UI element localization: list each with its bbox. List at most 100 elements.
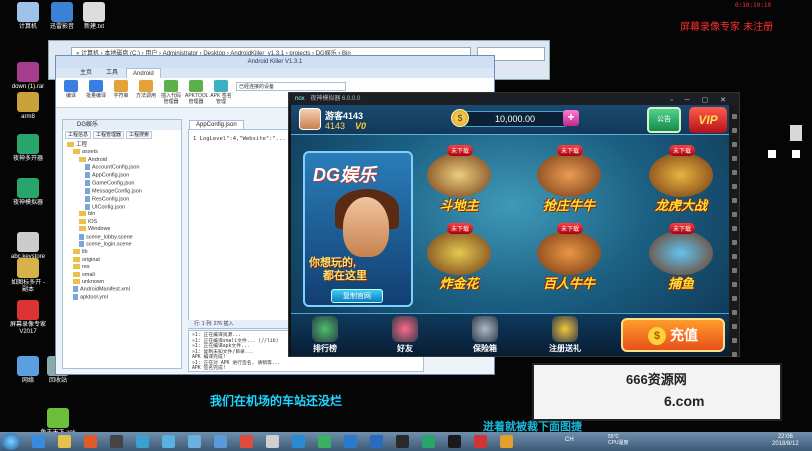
browser-icon[interactable] <box>136 435 149 448</box>
ribbon-button[interactable]: 方法调用 <box>135 80 157 105</box>
tree-node[interactable]: Android <box>67 157 177 164</box>
tree-node[interactable]: ResConfig.json <box>67 195 177 204</box>
desktop-icon[interactable]: down (1).rar <box>8 62 48 91</box>
apps-icon[interactable] <box>214 435 227 448</box>
ribbon-button[interactable]: 插入代码管理器 <box>160 80 182 105</box>
desktop-icon[interactable]: 夜神模拟器 <box>8 178 48 207</box>
ribbon-tab[interactable]: 主页 <box>74 68 98 78</box>
notice-button[interactable]: 公告 <box>647 107 681 133</box>
sidebar-tool-icon[interactable] <box>731 156 737 161</box>
tree-node[interactable]: assets <box>67 149 177 156</box>
ie2-icon[interactable] <box>162 435 175 448</box>
promo-banner[interactable]: DG娱乐 你想玩的, 都在这里 复制官网 <box>303 151 413 307</box>
ribbon-button[interactable]: 编译 <box>60 80 82 105</box>
sidebar-tool-icon[interactable] <box>731 282 737 287</box>
tree-node[interactable]: bin <box>67 211 177 218</box>
tree-node[interactable]: unknown <box>67 279 177 286</box>
game-tile[interactable]: 未下载 龙虎大战 <box>641 145 721 217</box>
sidebar-tool-icon[interactable] <box>731 198 737 203</box>
desktop-icon[interactable]: abc.keystore <box>8 232 48 261</box>
qq-icon[interactable] <box>292 435 305 448</box>
tree-node[interactable]: AppConfig.json <box>67 172 177 180</box>
desktop-icon[interactable]: 新建.txt <box>74 2 114 31</box>
device-select[interactable]: 已经连接的设备 <box>236 82 346 91</box>
tree-node[interactable]: lib <box>67 249 177 256</box>
tree-node[interactable]: apktool.yml <box>67 294 177 302</box>
project-tab[interactable]: DG娱乐 <box>63 120 181 130</box>
tree-node[interactable]: Windows <box>67 226 177 233</box>
game-tile[interactable]: 未下载 斗地主 <box>419 145 499 217</box>
sidebar-tool-icon[interactable] <box>731 338 737 343</box>
project-button[interactable]: 工程信息 <box>65 131 92 139</box>
tree-node[interactable]: MessageConfig.json <box>67 187 177 196</box>
copy-site-button[interactable]: 复制官网 <box>331 289 383 303</box>
avatar[interactable] <box>299 108 321 130</box>
chrome-icon[interactable] <box>240 435 253 448</box>
media-icon[interactable] <box>84 435 97 448</box>
tree-node[interactable]: res <box>67 264 177 271</box>
sidebar-tool-icon[interactable] <box>731 128 737 133</box>
project-button[interactable]: 工程管理器 <box>93 131 125 139</box>
player-icon[interactable] <box>500 435 513 448</box>
vip-button[interactable]: VIP <box>689 107 727 133</box>
thunder-icon[interactable] <box>370 435 383 448</box>
tree-node[interactable]: iOS <box>67 219 177 226</box>
bottom-nav-item[interactable]: 注册送礼 <box>537 316 593 354</box>
wps-icon[interactable] <box>318 435 331 448</box>
game-tile[interactable]: 未下载 捕鱼 <box>641 223 721 295</box>
desktop-icon[interactable]: 屏幕录像专家V2017 <box>8 300 48 336</box>
game-tile[interactable]: 未下载 炸金花 <box>419 223 499 295</box>
g-icon[interactable] <box>110 435 123 448</box>
bird-icon[interactable] <box>188 435 201 448</box>
input-language[interactable]: CH <box>565 437 574 443</box>
sidebar-tool-icon[interactable] <box>731 352 737 357</box>
sidebar-tool-icon[interactable] <box>731 324 737 329</box>
edge-icon[interactable] <box>344 435 357 448</box>
sidebar-tool-icon[interactable] <box>731 268 737 273</box>
game-icon[interactable] <box>396 435 409 448</box>
sidebar-tool-icon[interactable] <box>731 184 737 189</box>
bottom-nav-item[interactable]: 好友 <box>377 316 433 354</box>
desktop-icon[interactable]: 夜神多开器 <box>8 134 48 163</box>
tree-node[interactable]: original <box>67 257 177 264</box>
add-coins-button[interactable]: + <box>563 110 579 126</box>
tree-node[interactable]: smali <box>67 272 177 279</box>
clock[interactable]: 22:06 2018/8/12 <box>772 434 799 448</box>
ribbon-button[interactable]: APKTOOL管理器 <box>185 80 209 105</box>
recharge-button[interactable]: $ 充值 <box>621 318 725 352</box>
sidebar-tool-icon[interactable] <box>731 170 737 175</box>
ribbon-tab[interactable]: Android <box>126 68 161 78</box>
start-button[interactable] <box>2 433 20 450</box>
game-tile[interactable]: 未下载 百人牛牛 <box>529 223 609 295</box>
sidebar-tool-icon[interactable] <box>731 240 737 245</box>
desktop-file-icon[interactable] <box>790 125 802 141</box>
sidebar-tool-icon[interactable] <box>731 310 737 315</box>
sidebar-tool-icon[interactable] <box>731 212 737 217</box>
tree-node[interactable]: UIConfig.json <box>67 203 177 212</box>
bottom-nav-item[interactable]: 排行榜 <box>297 316 353 354</box>
ribbon-tab[interactable]: 工具 <box>100 68 124 78</box>
ribbon-button[interactable]: APK 签名管理 <box>210 80 232 105</box>
sidebar-tool-icon[interactable] <box>731 226 737 231</box>
sidebar-tool-icon[interactable] <box>731 114 737 119</box>
desktop-icon[interactable]: arm8 <box>8 92 48 121</box>
tree-node[interactable]: scene_lobby.scene <box>67 233 177 242</box>
tree-node[interactable]: AndroidManifest.xml <box>67 286 177 294</box>
ie-icon[interactable] <box>32 435 45 448</box>
editor-tab[interactable]: AppConfig.json <box>189 120 244 130</box>
folder-icon[interactable] <box>58 435 71 448</box>
ribbon-button[interactable]: 批量编译 <box>85 80 107 105</box>
tree-node[interactable]: GameConfig.json <box>67 179 177 188</box>
ribbon-button[interactable]: 字符串 <box>110 80 132 105</box>
recorder-icon[interactable] <box>474 435 487 448</box>
tree-node[interactable]: 工程 <box>67 142 177 149</box>
sidebar-tool-icon[interactable] <box>731 142 737 147</box>
nox-icon[interactable] <box>422 435 435 448</box>
tree-node[interactable]: AccountConfig.json <box>67 164 177 172</box>
sidebar-tool-icon[interactable] <box>731 254 737 259</box>
bottom-nav-item[interactable]: 保险箱 <box>457 316 513 354</box>
tool-icon[interactable] <box>266 435 279 448</box>
project-button[interactable]: 工程搜索 <box>126 131 153 139</box>
tree-node[interactable]: scene_login.scene <box>67 241 177 249</box>
game-tile[interactable]: 未下载 抢庄牛牛 <box>529 145 609 217</box>
